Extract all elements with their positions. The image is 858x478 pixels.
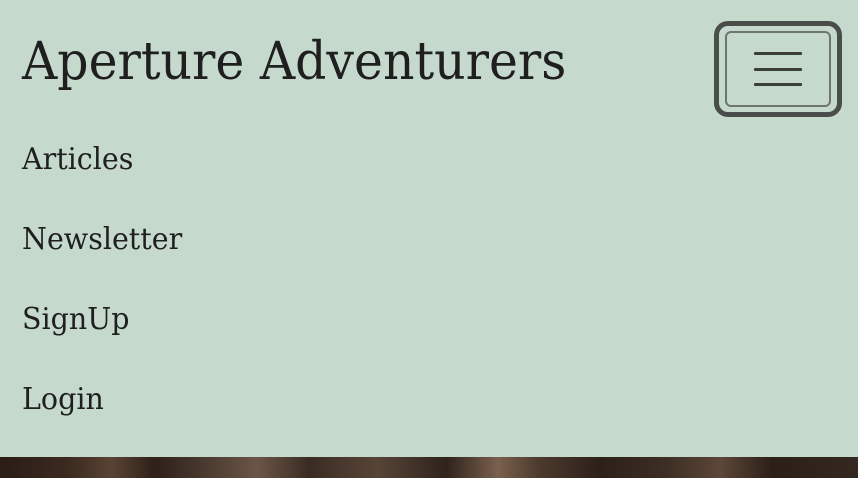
hamburger-bar [754,83,802,86]
navbar: Aperture Adventurers Articles Newsletter… [0,0,858,457]
nav-item-signup: SignUp [22,298,191,378]
hero-image [0,457,858,478]
menu-toggle-focus-ring [725,31,831,107]
nav-link-login[interactable]: Login [22,378,104,422]
nav-link-newsletter[interactable]: Newsletter [22,218,182,262]
nav-item-articles: Articles [22,138,191,218]
hamburger-bar [754,67,802,71]
nav-item-login: Login [22,378,191,458]
nav-item-newsletter: Newsletter [22,218,191,298]
hamburger-menu-icon [754,52,802,86]
nav-link-articles[interactable]: Articles [22,138,133,182]
site-brand[interactable]: Aperture Adventurers [22,33,566,91]
nav-link-signup[interactable]: SignUp [22,298,130,342]
nav-menu: Articles Newsletter SignUp Login [22,138,191,458]
hamburger-bar [754,52,802,55]
menu-toggle-button[interactable] [714,21,842,117]
